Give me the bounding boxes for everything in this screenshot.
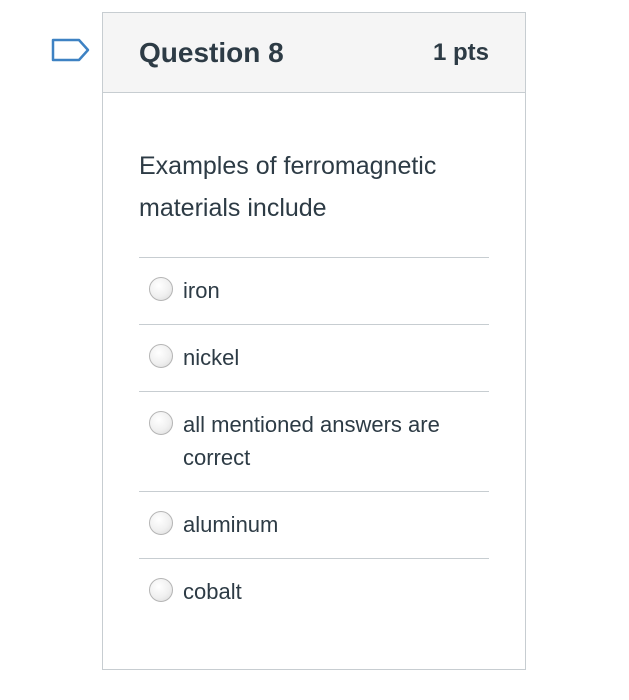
question-title: Question 8 (139, 36, 284, 68)
question-body: Examples of ferromagnetic materials incl… (103, 93, 525, 625)
radio-button[interactable] (149, 578, 173, 602)
answer-label: cobalt (183, 579, 242, 604)
answer-option-cobalt[interactable]: cobalt (139, 559, 489, 625)
question-header: Question 8 1 pts (103, 13, 525, 93)
answer-label: nickel (183, 345, 240, 370)
answer-option-nickel[interactable]: nickel (139, 325, 489, 392)
radio-button[interactable] (149, 411, 173, 435)
radio-button[interactable] (149, 277, 173, 301)
flag-question-icon[interactable] (51, 38, 91, 62)
question-text: Examples of ferromagnetic materials incl… (139, 152, 437, 222)
answer-option-aluminum[interactable]: aluminum (139, 492, 489, 559)
answer-list: iron nickel all mentioned answers are co… (139, 257, 489, 625)
answer-option-iron[interactable]: iron (139, 258, 489, 325)
answer-option-all-correct[interactable]: all mentioned answers are correct (139, 392, 489, 492)
answer-label: aluminum (183, 512, 279, 537)
answer-label: all mentioned answers are correct (183, 412, 440, 470)
radio-button[interactable] (149, 511, 173, 535)
question-card: Question 8 1 pts Examples of ferromagnet… (102, 12, 526, 670)
radio-button[interactable] (149, 344, 173, 368)
answer-label: iron (183, 278, 220, 303)
question-points: 1 pts (432, 38, 489, 66)
